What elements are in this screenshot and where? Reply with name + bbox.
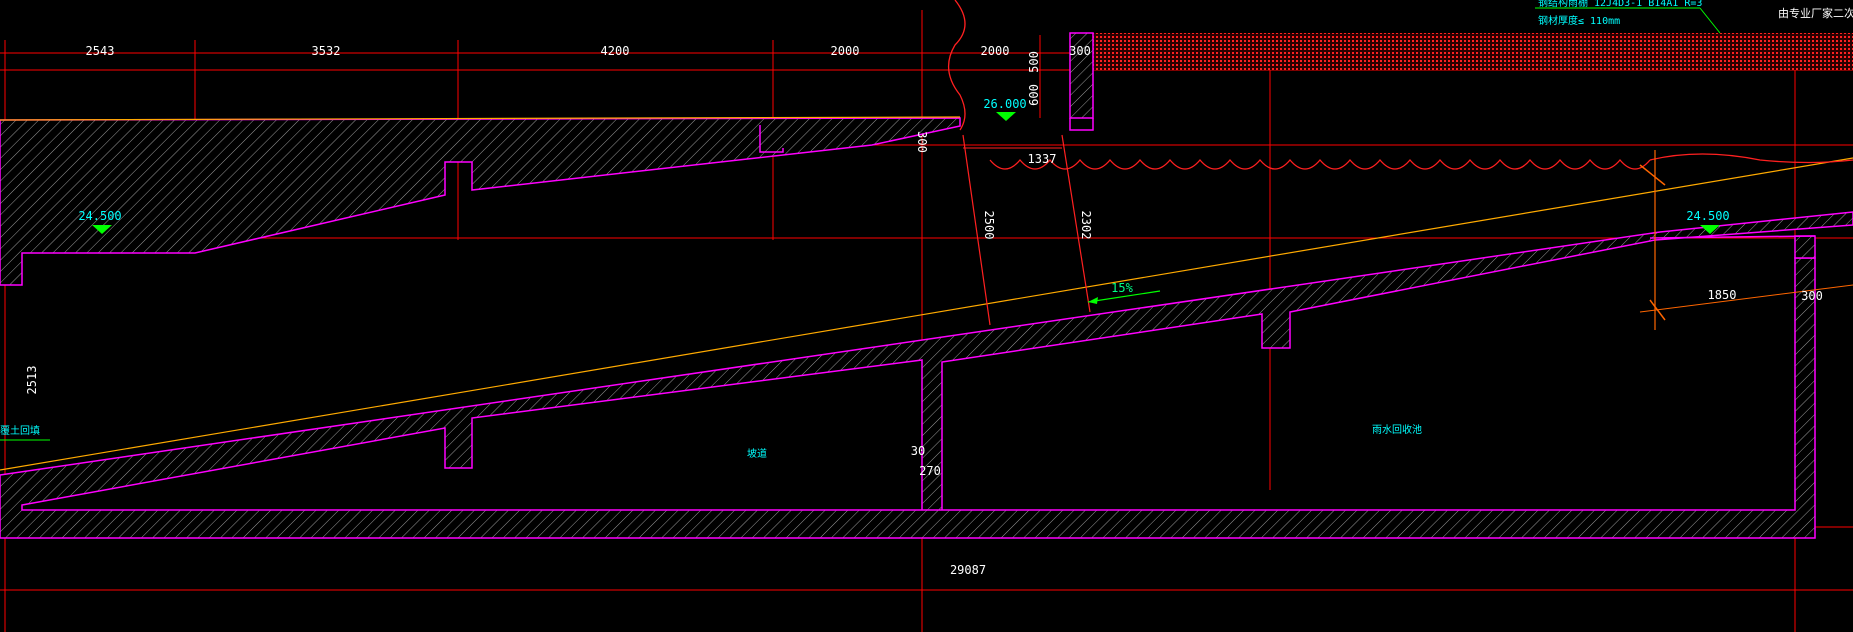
top-dim-5: 2000: [981, 44, 1010, 58]
dim-270: 270: [919, 464, 941, 478]
elevation-marker-center: [996, 112, 1016, 121]
top-dim-3: 4200: [601, 44, 630, 58]
elev-left-text: 24.500: [78, 209, 121, 223]
top-dim-4: 2000: [831, 44, 860, 58]
elev-center-text: 26.000: [983, 97, 1026, 111]
annotation-top-right: 由专业厂家二次深化: [1778, 6, 1853, 20]
vdim-600: 600: [1027, 84, 1041, 106]
dim-1850: 1850: [1708, 288, 1737, 302]
label-left-edge: 覆土回填: [0, 424, 40, 437]
top-dim-1: 2543: [86, 44, 115, 58]
revision-cloud-bottom: [989, 158, 1651, 170]
annotation-top-2: 钢材厚度≤ 110mm: [1538, 14, 1620, 27]
vdim-2513: 2513: [25, 366, 39, 395]
slope-label: 15%: [1111, 281, 1133, 295]
dim-30: 30: [911, 444, 925, 458]
top-dim-2: 3532: [312, 44, 341, 58]
vdim-2500: 2500: [982, 211, 996, 240]
vdim-500: 500: [1027, 51, 1041, 73]
dim-overall: 29087: [950, 563, 986, 577]
cad-section-drawing: 2543 3532 4200 2000 2000 300 500 600 300…: [0, 0, 1853, 632]
dim-300-right: 300: [1801, 289, 1823, 303]
dim-1337: 1337: [1028, 152, 1057, 166]
label-right: 雨水回收池: [1372, 423, 1422, 436]
annotation-top-1: 钢结构雨棚 12J4D3-1 B14A1 R=3: [1538, 0, 1702, 9]
vdim-300-small: 300: [915, 131, 929, 153]
revision-cloud-left: [948, 0, 966, 131]
elev-right-text: 24.500: [1686, 209, 1729, 223]
vdim-2302: 2302: [1079, 211, 1093, 240]
dim-300-top: 300: [1069, 44, 1091, 58]
top-slab-texture: [1070, 33, 1853, 70]
upper-hatch-mass: [0, 118, 960, 285]
label-middle: 坡道: [747, 447, 767, 460]
ramp-hatch: [0, 212, 1853, 538]
